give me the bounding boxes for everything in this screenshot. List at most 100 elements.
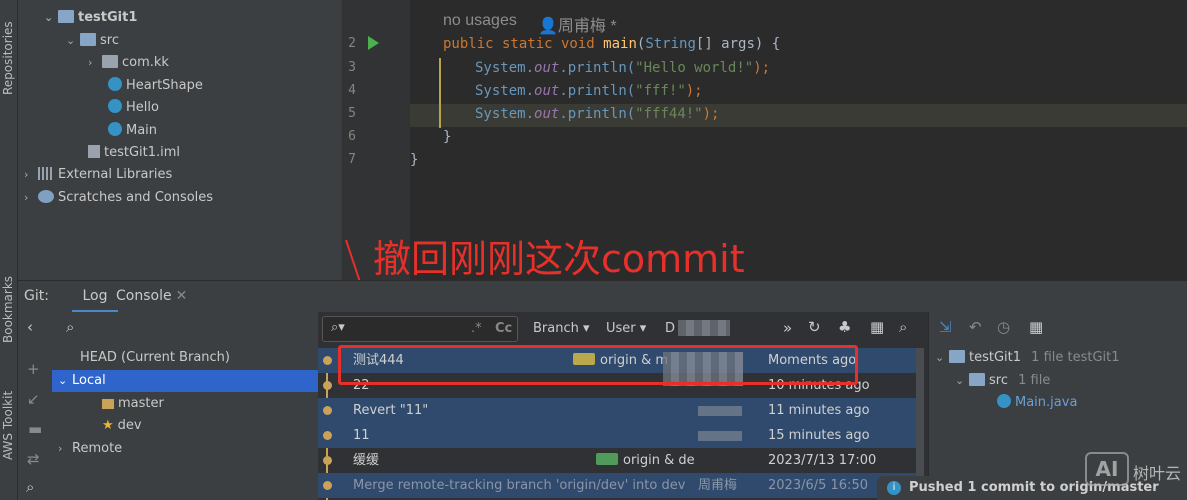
- search-icon[interactable]: ⌕: [26, 478, 34, 496]
- git-side-toolbar: ‹ + ↙ ▬ ⇄ ⌕: [18, 312, 52, 500]
- refresh-icon[interactable]: ↻: [808, 318, 821, 336]
- details-src[interactable]: ⌄ src 1 file: [955, 370, 1050, 392]
- commit-node: [323, 456, 332, 465]
- date-filter[interactable]: D: [665, 321, 675, 336]
- star-icon: ★: [102, 418, 114, 433]
- branch-group-remote[interactable]: › Remote: [58, 438, 122, 460]
- watermark-text: 树叶云: [1133, 464, 1182, 483]
- tree-item-external-libraries[interactable]: › External Libraries: [24, 164, 172, 186]
- code-line-4: System.out.println("fff!");: [475, 83, 703, 99]
- merge-icon[interactable]: ⇄: [27, 450, 40, 468]
- repositories-tab[interactable]: Repositories: [1, 21, 15, 95]
- commit-log-panel: ⌕▾ .* Cc Branch ▾ User ▾ D » ↻ ♣ ▦ ⌕ 测试4…: [318, 312, 928, 500]
- file-icon: [88, 145, 100, 158]
- chevron-down-icon: ⌄: [58, 374, 68, 387]
- tree-item-scratches[interactable]: › Scratches and Consoles: [24, 187, 213, 209]
- package-icon: [102, 55, 118, 68]
- chevron-right-icon: ›: [58, 442, 63, 455]
- author-blurred: [698, 406, 742, 416]
- project-tree: ⌄ testGit1 ⌄ src › com.kk HeartShape Hello …: [18, 0, 342, 280]
- code-line-3: System.out.println("Hello world!");: [475, 60, 771, 76]
- search-icon[interactable]: ⌕: [899, 318, 907, 336]
- annotation-red-box: [338, 345, 858, 385]
- more-icon[interactable]: »: [783, 319, 792, 337]
- regex-icon[interactable]: .*: [471, 321, 482, 336]
- code-line-6: }: [443, 129, 452, 145]
- details-file[interactable]: Main.java: [997, 392, 1077, 414]
- user-filter[interactable]: User ▾: [606, 321, 646, 336]
- chevron-down-icon: ⌄: [44, 11, 54, 24]
- java-class-icon: [108, 122, 122, 136]
- change-marker: [439, 58, 441, 128]
- git-tool-header: Git: Log Console ✕: [18, 280, 1187, 313]
- libraries-icon: [38, 167, 54, 180]
- search-icon: ⌕▾: [331, 320, 345, 335]
- blurred-region: [678, 320, 730, 336]
- chevron-down-icon: ⌄: [955, 374, 965, 387]
- scratches-icon: [38, 190, 54, 203]
- bookmarks-tab[interactable]: Bookmarks: [1, 276, 15, 343]
- cherry-pick-icon[interactable]: ♣: [838, 318, 851, 336]
- commit-node: [323, 431, 332, 440]
- run-icon[interactable]: [368, 36, 379, 50]
- group-icon[interactable]: ▦: [1029, 318, 1043, 336]
- code-line-5: System.out.println("fff44!");: [475, 106, 720, 122]
- author-blurred: [698, 431, 742, 441]
- info-icon: i: [887, 481, 901, 495]
- watermark-logo: AI: [1085, 452, 1129, 486]
- commit-node: [323, 406, 332, 415]
- java-class-icon: [108, 77, 122, 91]
- aws-toolkit-tab[interactable]: AWS Toolkit: [1, 391, 15, 460]
- author-hint: 👤周甫梅 *: [538, 18, 617, 35]
- code-line-7: }: [410, 152, 419, 168]
- red-annotation-text: 撤回刚刚这次commit: [373, 237, 745, 281]
- undo-icon[interactable]: ↶: [969, 318, 982, 336]
- chevron-right-icon: ›: [24, 191, 29, 204]
- log-search-input[interactable]: ⌕▾ .* Cc: [322, 316, 518, 342]
- branch-filter[interactable]: Branch ▾: [533, 321, 590, 336]
- commit-row[interactable]: Merge remote-tracking branch 'origin/dev…: [318, 473, 916, 498]
- source-folder-icon: [80, 33, 96, 46]
- branch-dev[interactable]: ★ dev: [102, 415, 142, 437]
- usages-hint[interactable]: no usages: [443, 12, 517, 30]
- history-icon[interactable]: ◷: [997, 318, 1010, 336]
- tree-item-testgit1[interactable]: ⌄ testGit1: [44, 7, 137, 29]
- details-root[interactable]: ⌄ testGit1 1 file testGit1: [935, 347, 1120, 369]
- line-number: 3: [348, 60, 356, 75]
- tab-log[interactable]: Log: [72, 281, 118, 313]
- delete-icon[interactable]: ▬: [28, 420, 42, 438]
- collapse-icon[interactable]: ‹: [27, 318, 33, 336]
- expand-collapse-icon[interactable]: ⇲: [939, 318, 952, 336]
- line-number: 7: [348, 152, 356, 167]
- tree-item-hello[interactable]: Hello: [108, 97, 159, 119]
- layout-icon[interactable]: ▦: [870, 318, 884, 336]
- folder-icon: [949, 350, 965, 363]
- branch-head[interactable]: HEAD (Current Branch): [80, 347, 230, 369]
- chevron-right-icon: ›: [24, 168, 29, 181]
- tree-item-src[interactable]: ⌄ src: [66, 30, 119, 52]
- module-folder-icon: [58, 10, 74, 23]
- commit-row[interactable]: Revert "11" 11 minutes ago: [318, 398, 916, 423]
- user-icon: 👤: [538, 18, 558, 35]
- tab-console[interactable]: Console ✕: [116, 281, 187, 313]
- add-icon[interactable]: +: [27, 360, 40, 378]
- commit-node: [323, 356, 332, 365]
- tree-item-heartshape[interactable]: HeartShape: [108, 75, 203, 97]
- branch-group-local[interactable]: ⌄ Local: [52, 370, 318, 392]
- commit-row[interactable]: 缓缓 origin & de 2023/7/13 17:00: [318, 448, 916, 473]
- tree-item-com-kk[interactable]: › com.kk: [88, 52, 169, 74]
- close-icon[interactable]: ✕: [176, 288, 188, 304]
- tag-icon: [102, 399, 114, 409]
- tree-item-iml[interactable]: testGit1.iml: [88, 142, 180, 164]
- search-icon[interactable]: ⌕: [66, 318, 74, 336]
- chevron-down-icon: ⌄: [66, 34, 76, 47]
- java-class-icon: [997, 394, 1011, 408]
- match-case-icon[interactable]: Cc: [495, 321, 512, 336]
- line-number: 5: [348, 106, 356, 121]
- tree-item-main[interactable]: Main: [108, 120, 157, 142]
- commit-row[interactable]: 11 15 minutes ago: [318, 423, 916, 448]
- fetch-icon[interactable]: ↙: [27, 390, 40, 408]
- chevron-right-icon: ›: [88, 56, 93, 69]
- branch-master[interactable]: master: [102, 393, 164, 415]
- line-number: 2: [348, 36, 356, 51]
